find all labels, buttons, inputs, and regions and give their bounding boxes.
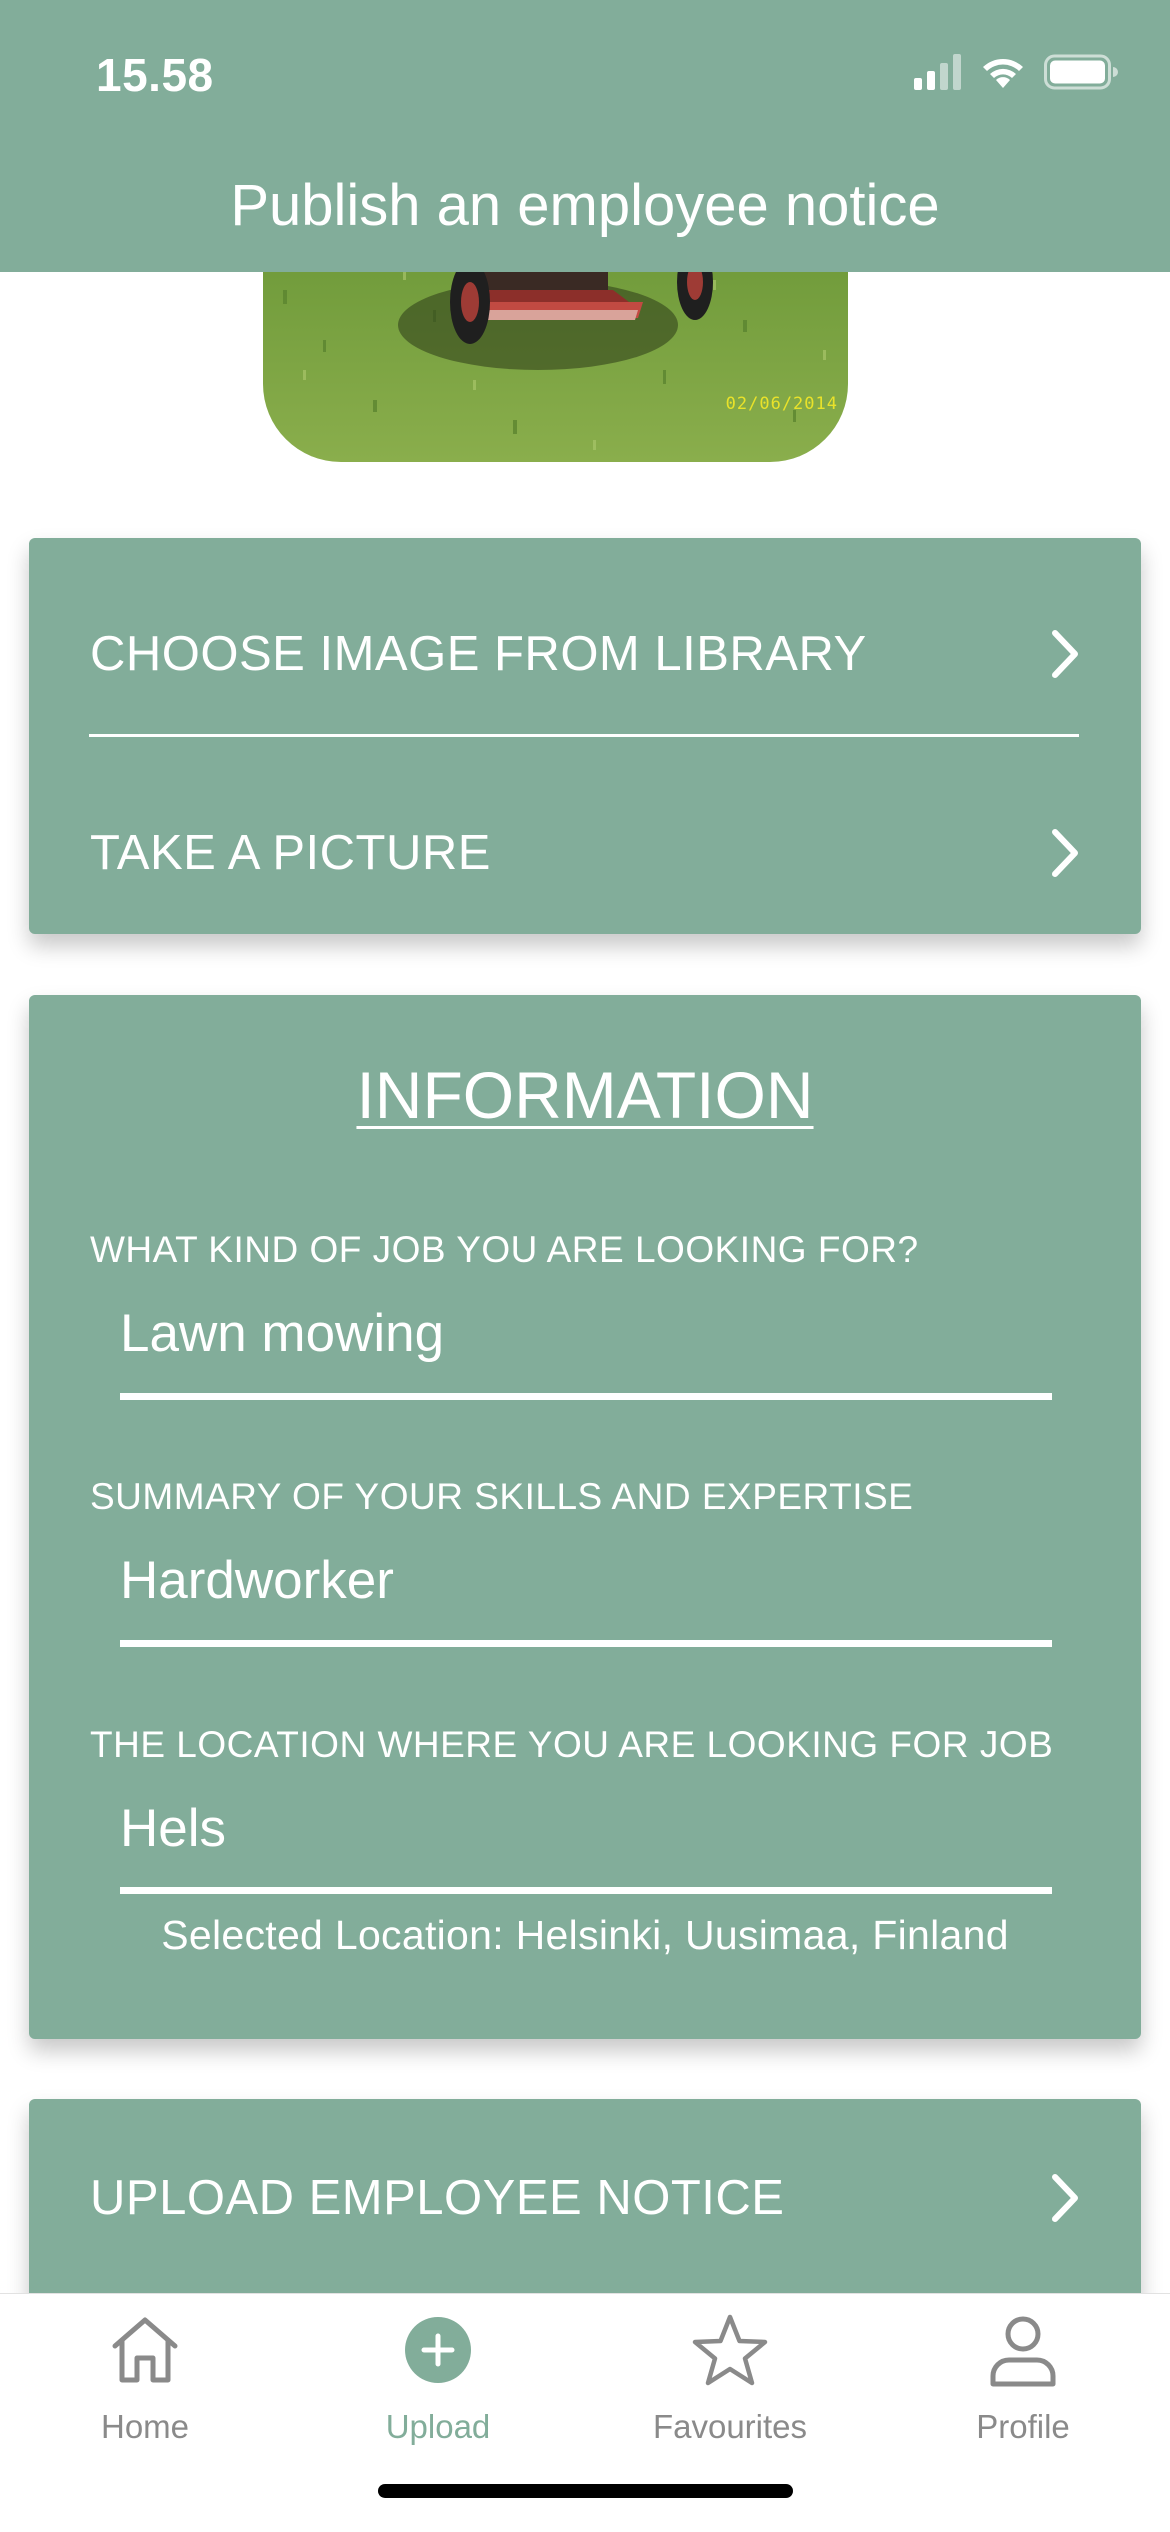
home-indicator [378,2484,793,2498]
chevron-right-icon [1052,630,1078,678]
image-source-card: CHOOSE IMAGE FROM LIBRARY TAKE A PICTURE [29,538,1141,934]
job-type-label: WHAT KIND OF JOB YOU ARE LOOKING FOR? [90,1229,919,1270]
skills-underline [120,1640,1052,1647]
cellular-signal-icon [914,54,961,90]
information-title: INFORMATION [356,1058,814,1132]
location-underline [120,1887,1052,1894]
skills-label: SUMMARY OF YOUR SKILLS AND EXPERTISE [90,1476,914,1517]
skills-input[interactable]: Hardworker [120,1550,394,1611]
take-picture-button[interactable]: TAKE A PICTURE [90,788,1080,918]
row-divider [89,734,1079,737]
tab-home-label: Home [100,2408,190,2445]
page-title: Publish an employee notice [230,173,940,238]
tab-home[interactable]: Home [25,2312,265,2462]
status-time: 15.58 [96,49,214,101]
tab-profile[interactable]: Profile [903,2312,1143,2462]
choose-image-button[interactable]: CHOOSE IMAGE FROM LIBRARY [90,589,1080,719]
tab-upload-label: Upload [385,2408,491,2445]
location-input[interactable]: Hels [120,1798,226,1859]
tab-favourites-label: Favourites [652,2408,808,2445]
home-icon [112,2317,178,2383]
chevron-right-icon [1052,2174,1078,2222]
battery-icon [1044,54,1118,90]
tab-upload[interactable]: Upload [318,2312,558,2462]
location-label: THE LOCATION WHERE YOU ARE LOOKING FOR J… [90,1724,1054,1765]
app-header: 15.58 Publish an employee notice [0,0,1170,272]
upload-notice-label: UPLOAD EMPLOYEE NOTICE [90,2171,785,2225]
chevron-right-icon [1052,829,1078,877]
tab-profile-label: Profile [976,2408,1070,2445]
photo-date-stamp: 02/06/2014 [725,394,838,414]
upload-notice-button[interactable]: UPLOAD EMPLOYEE NOTICE [90,2133,1080,2263]
wifi-icon [983,59,1023,88]
profile-icon [990,2316,1056,2387]
choose-image-label: CHOOSE IMAGE FROM LIBRARY [90,627,867,681]
star-icon [692,2314,768,2386]
job-type-underline [120,1393,1052,1400]
take-picture-label: TAKE A PICTURE [90,826,491,880]
job-type-input[interactable]: Lawn mowing [120,1303,444,1364]
selected-photo: 02/06/2014 [263,250,848,462]
status-icons [914,52,1118,92]
selected-location-text: Selected Location: Helsinki, Uusimaa, Fi… [161,1912,1009,1958]
tab-favourites[interactable]: Favourites [610,2312,850,2462]
plus-circle-icon [405,2317,471,2383]
information-card: INFORMATION WHAT KIND OF JOB YOU ARE LOO… [29,995,1141,2039]
